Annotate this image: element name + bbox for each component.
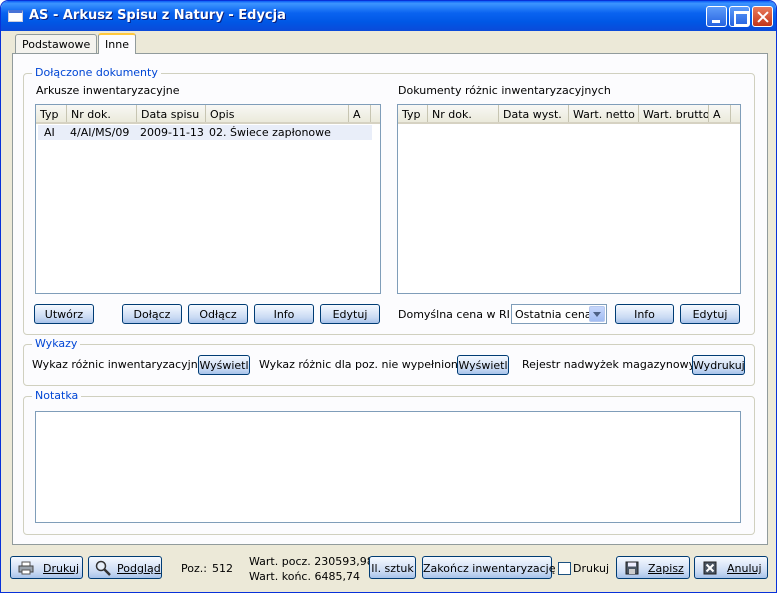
preview-button-label: Podgląd [117,562,161,575]
show-unfilled-list-button[interactable]: Wyświetl [457,355,509,375]
col-opis[interactable]: Opis [206,105,349,122]
diff-list-label: Wykaz różnic inwentaryzacyjnych [32,358,218,371]
cancel-button-label: Anuluj [727,562,762,575]
diffs-edit-button[interactable]: Edytuj [680,304,740,324]
group-title: Wykazy [32,337,81,350]
col-a[interactable]: A [349,105,371,122]
title-bar: AS - Arkusz Spisu z Natury - Edycja [1,1,776,31]
listview-header: Typ Nr dok. Data spisu Opis A [36,105,380,124]
group-title: Dołączone dokumenty [32,66,161,79]
cancel-icon [703,561,717,575]
col-typ[interactable]: Typ [398,105,428,122]
print-button[interactable]: Drukuj [10,556,83,579]
table-row[interactable]: AI 4/AI/MS/09 2009-11-13 02. Świece zapł… [38,125,372,140]
show-diff-list-button[interactable]: Wyświetl [198,355,250,375]
app-window: AS - Arkusz Spisu z Natury - Edycja Pods… [0,0,777,593]
preview-button[interactable]: Podgląd [88,556,162,579]
tab-label: Inne [105,38,129,51]
cell-opis: 02. Świece zapłonowe [209,126,331,139]
reports-group: Wykazy Wykaz różnic inwentaryzacyjnych W… [23,337,755,386]
attached-documents-group: Dołączone dokumenty Arkusze inwentaryzac… [23,66,755,335]
col-nr-dok[interactable]: Nr dok. [428,105,499,122]
position-count-value: 512 [212,562,233,575]
sheets-listview[interactable]: Typ Nr dok. Data spisu Opis A AI 4/AI/MS… [35,104,381,294]
cancel-button[interactable]: Anuluj [694,556,768,579]
col-data-wyst[interactable]: Data wyst. [499,105,569,122]
window-icon [8,10,23,22]
diffs-listview[interactable]: Typ Nr dok. Data wyst. Wart. netto Wart.… [397,104,741,294]
minimize-button[interactable] [706,6,727,27]
sheets-label: Arkusze inwentaryzacyjne [36,84,180,97]
note-group: Notatka [23,389,755,535]
floppy-disk-icon [625,561,639,575]
print-button-label: Drukuj [43,562,80,575]
group-title: Notatka [32,389,82,402]
col-nr-dok[interactable]: Nr dok. [67,105,137,122]
col-typ[interactable]: Typ [36,105,67,122]
initial-value-text: Wart. pocz. 230593,98 [249,555,374,568]
info-button[interactable]: Info [254,304,314,324]
create-button[interactable]: Utwórz [34,304,94,324]
edit-button[interactable]: Edytuj [320,304,380,324]
printer-icon [18,561,34,575]
window-title: AS - Arkusz Spisu z Natury - Edycja [29,8,286,23]
tab-inne[interactable]: Inne [98,33,136,54]
tab-podstawowe[interactable]: Podstawowe [15,34,98,53]
cell-nr-dok: 4/AI/MS/09 [70,126,130,139]
diffs-label: Dokumenty różnic inwentaryzacyjnych [398,84,611,97]
print-surplus-register-button[interactable]: Wydrukuj [692,355,745,375]
print-checkbox[interactable] [558,562,571,575]
cell-typ: AI [44,126,55,139]
listview-header: Typ Nr dok. Data wyst. Wart. netto Wart.… [398,105,740,124]
print-checkbox-label: Drukuj [573,562,610,575]
maximize-button[interactable] [729,6,750,27]
chevron-down-icon[interactable] [589,306,605,322]
save-button[interactable]: Zapisz [616,556,690,579]
col-wart-brutto[interactable]: Wart. brutto [639,105,709,122]
select-value: Ostatnia cena z [515,308,601,321]
final-value-text: Wart. końc. 6485,74 [249,570,360,583]
diffs-info-button[interactable]: Info [615,304,674,324]
cell-data-spisu: 2009-11-13 [140,126,204,139]
quantity-button[interactable]: Il. sztuk [369,556,416,579]
note-textarea[interactable] [35,411,741,523]
detach-button[interactable]: Odłącz [188,304,248,324]
finish-inventory-button[interactable]: Zakończ inwentaryzację [422,556,556,579]
unfilled-list-label: Wykaz różnic dla poz. nie wypełnionych [259,358,478,371]
col-wart-netto[interactable]: Wart. netto [569,105,639,122]
save-button-label: Zapisz [648,562,684,575]
default-price-label: Domyślna cena w RI+ [398,308,520,321]
attach-button[interactable]: Dołącz [122,304,182,324]
tab-panel-inne: Dołączone dokumenty Arkusze inwentaryzac… [12,53,768,545]
col-a[interactable]: A [709,105,731,122]
surplus-register-label: Rejestr nadwyżek magazynowych [522,358,709,371]
position-count-label: Poz.: [181,562,207,575]
default-price-select[interactable]: Ostatnia cena z [511,304,607,324]
magnifier-icon [95,560,111,576]
close-button[interactable] [752,6,773,27]
col-data-spisu[interactable]: Data spisu [137,105,206,122]
tab-label: Podstawowe [22,38,91,51]
